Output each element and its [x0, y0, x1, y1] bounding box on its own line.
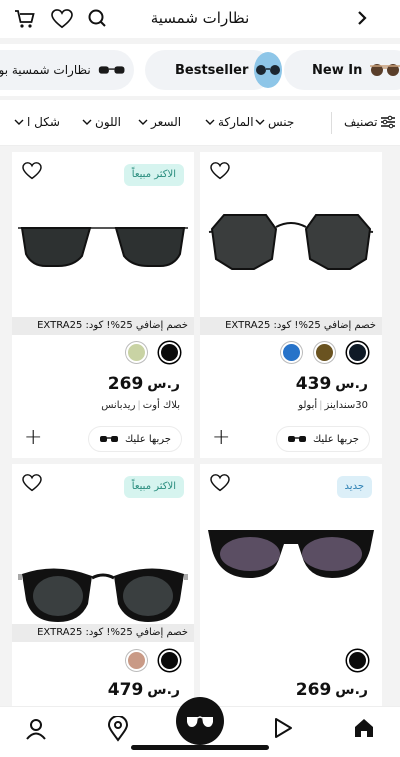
- riyal-currency-icon: ر.س: [147, 682, 180, 698]
- product-image: [208, 214, 374, 270]
- color-swatch[interactable]: [347, 342, 368, 363]
- chevron-down-icon: [255, 119, 265, 125]
- top-bar: نظارات شمسية: [0, 0, 400, 38]
- divider: [331, 112, 332, 134]
- wishlist-heart-icon[interactable]: [22, 162, 42, 180]
- chevron-down-icon: [82, 119, 92, 125]
- color-swatches: [126, 342, 180, 363]
- filter-bar: تصنيف جنس الماركة السعر اللون شكل ا: [0, 100, 400, 146]
- product-image: [18, 568, 188, 622]
- chip-bestseller[interactable]: Bestseller: [145, 50, 283, 90]
- wishlist-heart-icon[interactable]: [210, 162, 230, 180]
- chip-label: Bestseller: [175, 62, 249, 78]
- chevron-down-icon: [205, 119, 215, 125]
- promo-banner: خصم إضافي 25%! كود: EXTRA25: [12, 624, 194, 642]
- color-swatch[interactable]: [281, 342, 302, 363]
- chevron-down-icon: [138, 119, 148, 125]
- product-brand: ريدبانس: [101, 400, 136, 411]
- color-swatches: [347, 650, 368, 671]
- shape-filter[interactable]: شكل ا: [14, 115, 60, 129]
- glasses-icon: [287, 435, 306, 442]
- product-image: [208, 530, 374, 578]
- color-label: اللون: [95, 115, 121, 129]
- location-pin-icon[interactable]: [107, 716, 129, 742]
- chevron-right-icon[interactable]: [355, 10, 369, 26]
- riyal-currency-icon: ر.س: [147, 376, 180, 392]
- category-chips: New In Bestseller نظارات شمسية بوص: [0, 44, 400, 96]
- product-price: 269 ر.س: [108, 374, 180, 394]
- try-on-label: جربها عليك: [124, 433, 171, 445]
- product-card[interactable]: جديد 269 ر.س: [200, 464, 382, 706]
- shape-label: شكل ا: [27, 115, 60, 129]
- chip-new-in[interactable]: New In: [284, 50, 400, 90]
- product-name: 30سنداينز: [324, 400, 368, 411]
- chip-label: نظارات شمسية بوص: [0, 63, 91, 77]
- sliders-icon: [381, 115, 396, 129]
- gender-label: جنس: [268, 115, 295, 129]
- color-swatch[interactable]: [159, 342, 180, 363]
- bestseller-badge: الاكثر مبيعاً: [123, 476, 184, 498]
- product-name: بلاك أوت: [142, 400, 180, 411]
- chip-sunglasses[interactable]: نظارات شمسية بوص: [0, 50, 134, 90]
- product-grid: خصم إضافي 25%! كود: EXTRA25 439 ر.س 30سن…: [0, 146, 400, 706]
- add-to-cart-button[interactable]: +: [24, 427, 42, 449]
- price-filter[interactable]: السعر: [138, 115, 181, 129]
- product-meta: 30سنداينز|أبولو: [298, 400, 368, 411]
- sunglasses-icon: [370, 64, 400, 76]
- product-image: [18, 227, 188, 267]
- chevron-down-icon: [14, 119, 24, 125]
- product-price: 479 ر.س: [108, 680, 180, 700]
- promo-banner: خصم إضافي 25%! كود: EXTRA25: [12, 317, 194, 335]
- home-icon[interactable]: [353, 717, 375, 739]
- bestseller-badge: الاكثر مبيعاً: [123, 164, 184, 186]
- gender-filter[interactable]: جنس: [255, 115, 294, 129]
- play-icon[interactable]: [272, 716, 294, 740]
- brand-label: الماركة: [218, 115, 254, 129]
- product-card[interactable]: الاكثر مبيعاً خصم إضافي 25%! كود: EXTRA2…: [12, 464, 194, 706]
- price-value: 439: [295, 374, 332, 394]
- color-swatch[interactable]: [126, 650, 147, 671]
- color-swatch[interactable]: [159, 650, 180, 671]
- sunglasses-icon: [256, 65, 281, 75]
- page-title: نظارات شمسية: [150, 9, 250, 27]
- add-to-cart-button[interactable]: +: [212, 427, 230, 449]
- sort-label: تصنيف: [344, 115, 378, 129]
- sort-filter[interactable]: تصنيف: [344, 115, 396, 129]
- color-swatch[interactable]: [347, 650, 368, 671]
- sunglasses-icon: [187, 716, 213, 727]
- try-on-button[interactable]: جربها عليك: [275, 426, 370, 452]
- promo-banner: خصم إضافي 25%! كود: EXTRA25: [200, 317, 382, 335]
- riyal-currency-icon: ر.س: [335, 376, 368, 392]
- wishlist-heart-icon[interactable]: [22, 474, 42, 492]
- sunglasses-icon: [98, 66, 125, 74]
- product-brand: أبولو: [298, 400, 318, 411]
- glasses-icon: [99, 435, 118, 442]
- wishlist-heart-icon[interactable]: [210, 474, 230, 492]
- price-value: 269: [107, 374, 144, 394]
- profile-icon[interactable]: [25, 718, 47, 740]
- try-on-label: جربها عليك: [312, 433, 359, 445]
- riyal-currency-icon: ر.س: [335, 682, 368, 698]
- product-card[interactable]: خصم إضافي 25%! كود: EXTRA25 439 ر.س 30سن…: [200, 152, 382, 458]
- product-price: 439 ر.س: [296, 374, 368, 394]
- new-badge: جديد: [336, 476, 372, 498]
- color-swatch[interactable]: [126, 342, 147, 363]
- product-price: 269 ر.س: [296, 680, 368, 700]
- color-swatch[interactable]: [314, 342, 335, 363]
- color-swatches: [126, 650, 180, 671]
- virtual-try-on-button[interactable]: [176, 697, 224, 745]
- try-on-button[interactable]: جربها عليك: [87, 426, 182, 452]
- price-value: 269: [295, 680, 332, 700]
- product-meta: بلاك أوت|ريدبانس: [101, 400, 180, 411]
- brand-filter[interactable]: الماركة: [205, 115, 254, 129]
- price-label: السعر: [151, 115, 182, 129]
- product-card[interactable]: الاكثر مبيعاً خصم إضافي 25%! كود: EXTRA2…: [12, 152, 194, 458]
- color-swatches: [281, 342, 368, 363]
- price-value: 479: [107, 680, 144, 700]
- color-filter[interactable]: اللون: [82, 115, 121, 129]
- home-indicator: [131, 745, 269, 750]
- chip-thumbnail: [254, 52, 283, 88]
- chip-label: New In: [312, 62, 363, 78]
